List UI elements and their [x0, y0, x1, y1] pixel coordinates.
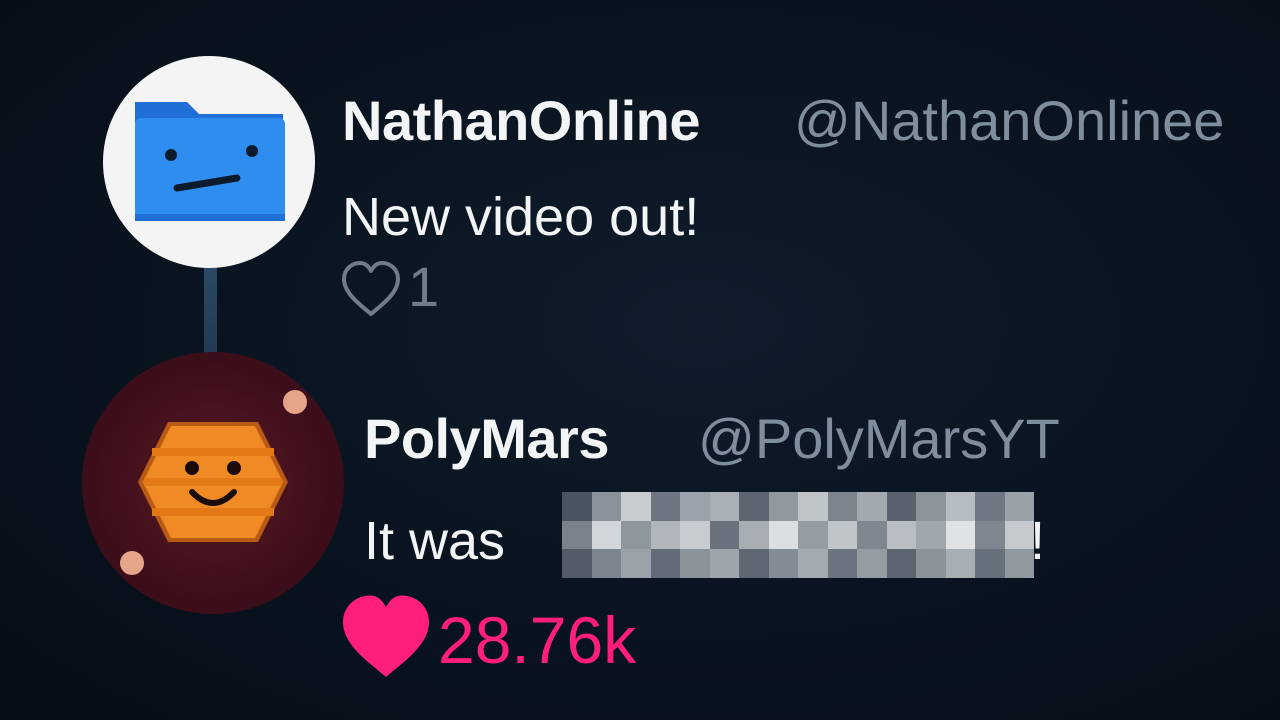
- like-count: 28.76k: [438, 603, 637, 677]
- hexagon-face-icon: [120, 390, 307, 575]
- censored-text-pixelation: [562, 492, 1034, 578]
- heart-filled-icon: [343, 595, 429, 678]
- tweet-text: New video out!: [342, 187, 700, 247]
- avatar-nathanonline[interactable]: [103, 56, 315, 268]
- tweet-author-handle[interactable]: @PolyMarsYT: [698, 406, 1060, 471]
- folder-face-icon: [135, 102, 285, 221]
- tweet-author-handle[interactable]: @NathanOnlinee: [794, 88, 1224, 153]
- like-count: 1: [408, 255, 440, 318]
- thread-connector-line: [204, 262, 217, 356]
- avatar-polymars[interactable]: [82, 352, 344, 614]
- tweet-author-name[interactable]: NathanOnline: [342, 88, 701, 153]
- tweet-text-suffix: !: [1030, 511, 1046, 571]
- tweet-author-name[interactable]: PolyMars: [364, 406, 610, 471]
- like-button[interactable]: 28.76k: [340, 592, 700, 682]
- tweet-text-prefix: It was: [364, 511, 506, 571]
- like-button[interactable]: 1: [340, 255, 440, 320]
- heart-outline-icon: [342, 261, 400, 316]
